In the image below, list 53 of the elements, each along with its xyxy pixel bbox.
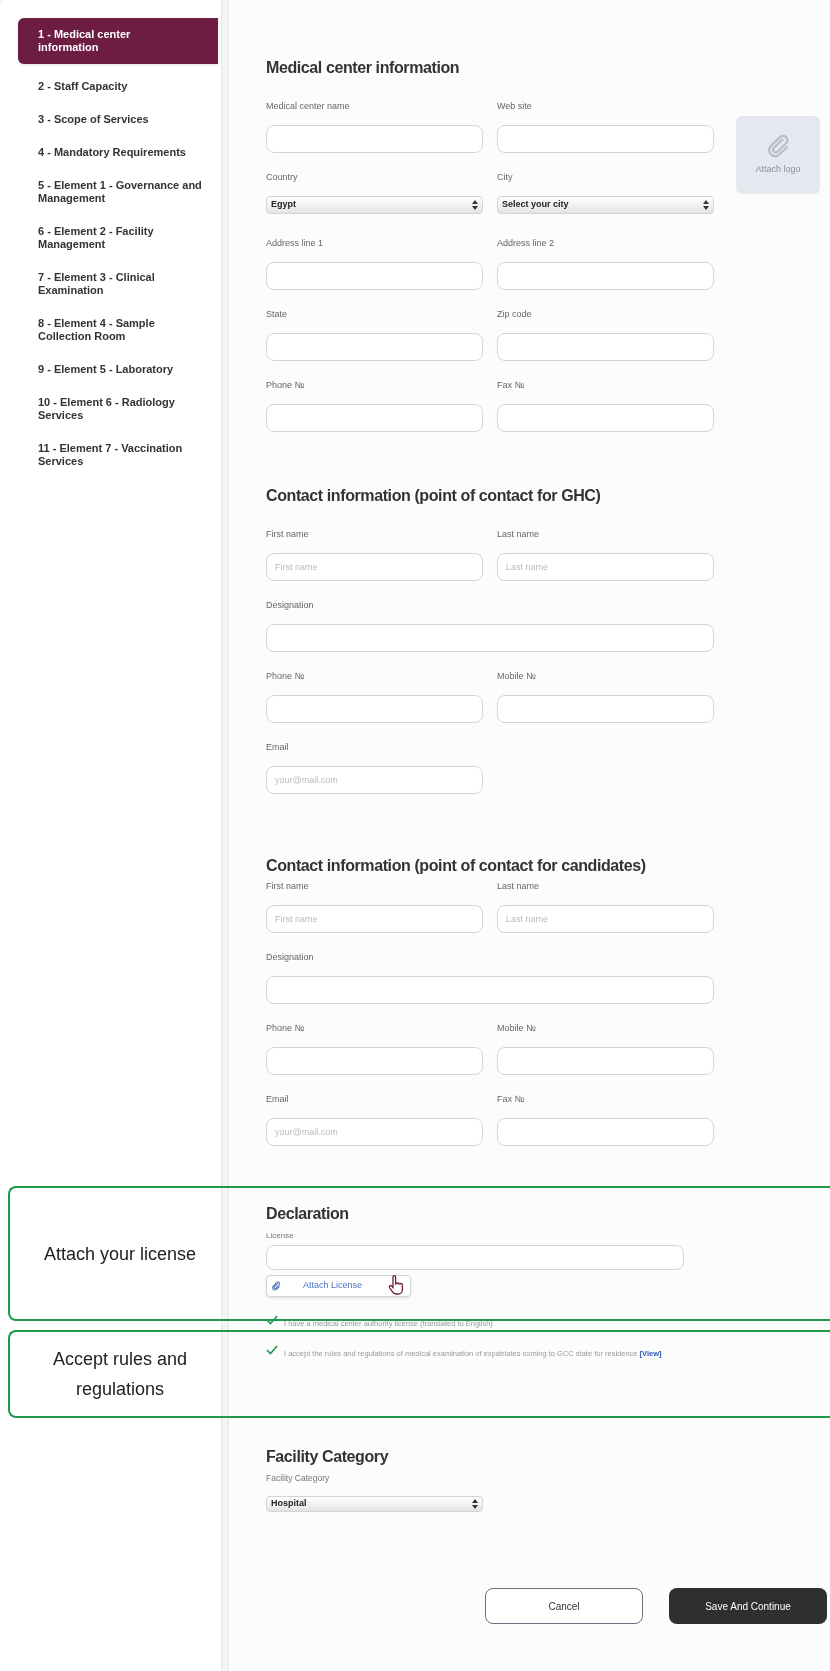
field-label: Phone № (266, 379, 306, 391)
field-label: City (497, 171, 514, 183)
field-label: State (266, 308, 288, 320)
input-field[interactable]: your@mail.com (266, 1118, 483, 1146)
section-heading: Contact information (point of contact for candidates) (266, 856, 647, 876)
sidebar-item[interactable]: 4 - Mandatory Requirements (18, 136, 218, 169)
sidebar-item[interactable]: 3 - Scope of Services (18, 103, 218, 136)
save-button[interactable]: Save And Continue (669, 1588, 827, 1624)
field-label: Fax № (497, 379, 526, 391)
input-field[interactable]: Last name (497, 905, 714, 933)
section-heading: Declaration (266, 1204, 350, 1224)
sidebar-item[interactable]: 7 - Element 3 - Clinical Examination (18, 261, 218, 307)
field-label: Last name (497, 528, 541, 540)
field-label: Mobile № (497, 670, 537, 682)
input-field[interactable]: First name (266, 553, 483, 581)
attach-license-button[interactable]: Attach License (266, 1275, 411, 1297)
field-label: Email (266, 1093, 290, 1105)
sidebar-item[interactable]: 8 - Element 4 - Sample Collection Room (18, 307, 218, 353)
sidebar-item[interactable]: 6 - Element 2 - Facility Management (18, 215, 218, 261)
section-heading: Facility Category (266, 1447, 390, 1467)
input-field[interactable]: your@mail.com (266, 766, 483, 794)
field-label: Address line 1 (266, 237, 325, 249)
field-label: Medical center name (266, 100, 351, 112)
field-label: Zip code (497, 308, 533, 320)
dropdown[interactable]: Hospital (266, 1496, 483, 1512)
sidebar-item[interactable]: 11 - Element 7 - Vaccination Services (18, 432, 218, 478)
input-field[interactable]: Last name (497, 553, 714, 581)
field-label: Last name (497, 880, 541, 892)
field-label: Email (266, 741, 290, 753)
sidebar-item[interactable]: 5 - Element 1 - Governance and Management (18, 169, 218, 215)
dropdown[interactable]: Egypt (266, 196, 483, 214)
field-label: First name (266, 528, 310, 540)
sidebar-item[interactable]: 9 - Element 5 - Laboratory (18, 353, 218, 386)
dropdown[interactable]: Select your city (497, 196, 714, 214)
field-label: License (266, 1230, 295, 1240)
field-label: Phone № (266, 1022, 306, 1034)
field-label: Address line 2 (497, 237, 556, 249)
sidebar-item[interactable]: 10 - Element 6 - Radiology Services (18, 386, 218, 432)
field-label: Phone № (266, 670, 306, 682)
cancel-button[interactable]: Cancel (485, 1588, 643, 1624)
field-label: Fax № (497, 1093, 526, 1105)
field-label: Web site (497, 100, 533, 112)
section-heading: Contact information (point of contact for GHC) (266, 486, 602, 506)
field-label: Mobile № (497, 1022, 537, 1034)
field-label: Facility Category (266, 1472, 331, 1483)
field-label: Country (266, 171, 299, 183)
field-label: Designation (266, 951, 315, 963)
section-heading: Medical center information (266, 58, 461, 78)
input-field[interactable]: First name (266, 905, 483, 933)
field-label: Designation (266, 599, 315, 611)
sidebar-item[interactable]: 1 - Medical center information (18, 18, 218, 64)
field-label: First name (266, 880, 310, 892)
sidebar-item[interactable]: 2 - Staff Capacity (18, 70, 218, 103)
